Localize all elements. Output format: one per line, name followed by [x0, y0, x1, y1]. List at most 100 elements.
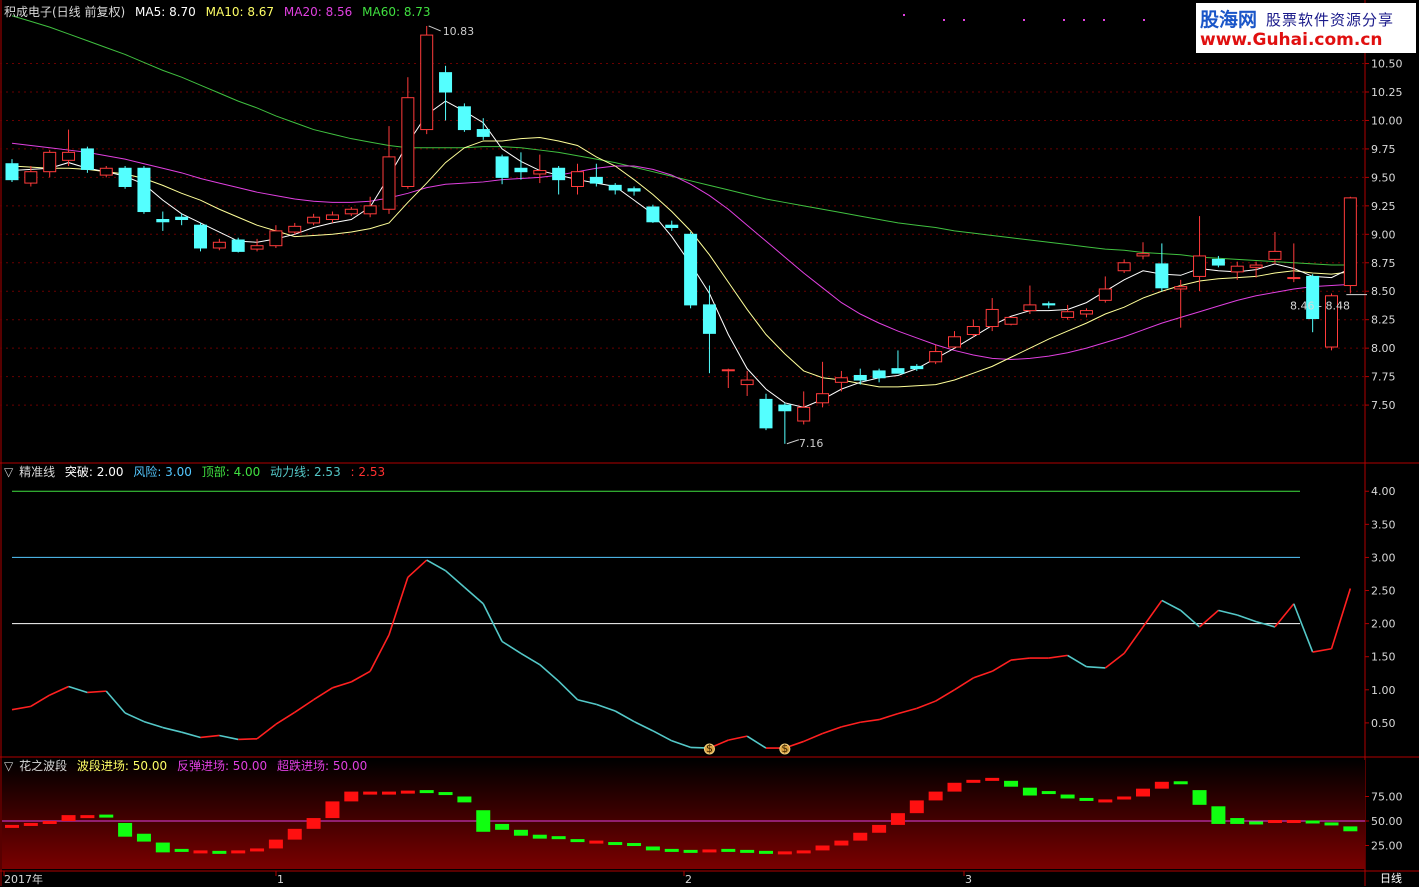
- candle-down: [5, 163, 19, 181]
- wave-bar-up: [589, 840, 604, 844]
- indicator-tick-label: 3.00: [1371, 551, 1396, 564]
- dongli-segment: [520, 652, 541, 666]
- wave-bar-down: [495, 823, 510, 830]
- candle-down: [1211, 258, 1225, 266]
- candle-up: [420, 34, 434, 131]
- wave-bar-down: [1305, 820, 1320, 824]
- candle-down: [1042, 303, 1056, 306]
- dongli-segment: [860, 718, 880, 724]
- wave-bar-down: [118, 822, 133, 837]
- wave-name[interactable]: 花之波段: [19, 759, 67, 773]
- dongli-segment: [200, 734, 220, 739]
- wave-bar-up: [909, 800, 924, 814]
- wave-bar-down: [1173, 781, 1188, 785]
- wave-bar-down: [457, 796, 472, 803]
- indicator-tick-label: 1.50: [1371, 651, 1396, 664]
- ma-line-ma60: [11, 15, 1351, 266]
- candle-up: [1061, 311, 1075, 318]
- wave-marker[interactable]: ▽: [4, 759, 13, 773]
- wave-bar-down: [1022, 787, 1037, 796]
- fantan-legend: 反弹进场: 50.00: [176, 759, 268, 773]
- dongli-segment: [1293, 603, 1314, 653]
- time-tick-label: 1: [277, 873, 284, 886]
- indicator-panel-header: ▽ 精准线 突破: 2.00 风险: 3.00 顶部: 4.00 动力线: 2.…: [4, 464, 391, 480]
- dongli-segment: [87, 690, 107, 694]
- stock-chart[interactable]: 10.5010.2510.009.759.509.259.008.758.508…: [0, 0, 1419, 887]
- candle-up: [797, 406, 811, 422]
- dongli-segment: [973, 670, 993, 679]
- signal-dot: [1143, 19, 1145, 21]
- candle-down: [457, 106, 471, 131]
- candle-up: [1174, 286, 1188, 290]
- period-label[interactable]: 日线: [1380, 872, 1402, 885]
- candle-up: [721, 369, 735, 372]
- candle-down: [665, 224, 679, 228]
- dongli-segment: [143, 720, 164, 729]
- price-tick-label: 8.00: [1371, 342, 1396, 355]
- wave-bar-up: [1286, 820, 1301, 824]
- wave-bar-up: [1117, 796, 1132, 800]
- candle-up: [1230, 265, 1244, 273]
- candle-up: [948, 336, 961, 348]
- dongli-segment: [162, 726, 182, 733]
- candle-up: [1343, 197, 1357, 287]
- dongli-segment: [501, 640, 522, 655]
- candle-up: [1193, 255, 1207, 277]
- candle-down: [118, 167, 132, 187]
- indicator-name[interactable]: 精准线: [19, 465, 55, 479]
- dongli-segment: [539, 664, 560, 682]
- candle-down: [476, 129, 490, 137]
- boduan-legend: 波段进场: 50.00: [76, 759, 168, 773]
- wave-bar-up: [1267, 820, 1282, 824]
- candle-down: [80, 148, 94, 170]
- signal-dot: [943, 19, 945, 21]
- candle-up: [1079, 310, 1093, 315]
- wave-bar-down: [740, 849, 755, 853]
- indicator-marker[interactable]: ▽: [4, 465, 13, 479]
- ma-line-ma20: [11, 142, 1351, 361]
- candle-up: [1023, 304, 1037, 312]
- ma5-legend: MA5: 8.70: [135, 5, 196, 19]
- price-tick-label: 9.00: [1371, 228, 1396, 241]
- wave-tick-label: 50.00: [1371, 815, 1403, 828]
- dongli-segment: [350, 670, 371, 683]
- wave-bar-up: [400, 790, 415, 794]
- candle-down: [495, 156, 509, 178]
- dongli-segment: [369, 634, 390, 672]
- indicator-tick-label: 2.50: [1371, 585, 1396, 598]
- wave-bar-down: [136, 833, 151, 842]
- candle-up: [985, 308, 999, 328]
- wave-bar-up: [268, 839, 283, 849]
- price-tick-label: 9.50: [1371, 171, 1396, 184]
- stock-title[interactable]: 积成电子(日线 前复权): [4, 5, 125, 19]
- wave-bar-up: [306, 818, 321, 829]
- price-tick-label: 10.50: [1371, 58, 1403, 71]
- dongli-segment: [935, 689, 955, 702]
- candle-down: [514, 167, 528, 173]
- candle-down: [137, 167, 151, 213]
- dongli-segment: [728, 735, 748, 741]
- candle-up: [401, 97, 415, 187]
- candle-up: [966, 326, 980, 335]
- wave-bar-up: [815, 845, 830, 851]
- price-tick-label: 9.75: [1371, 143, 1396, 156]
- dongli-segment: [897, 707, 918, 715]
- candle-up: [1136, 253, 1150, 257]
- wave-bar-down: [532, 834, 547, 839]
- dongli-segment: [954, 677, 974, 691]
- dongli-segment: [388, 577, 409, 636]
- wave-bar-down: [1249, 821, 1264, 825]
- wave-panel-header: ▽ 花之波段 波段进场: 50.00 反弹进场: 50.00 超跌进场: 50.…: [4, 758, 373, 774]
- dongli-segment: [746, 735, 767, 749]
- dingbu-legend: 顶部: 4.00: [201, 465, 261, 479]
- wave-bar-up: [382, 791, 396, 795]
- price-tick-label: 7.50: [1371, 399, 1396, 412]
- dongli-segment: [1104, 652, 1125, 669]
- wave-bar-up: [928, 791, 943, 801]
- indicator-tick-label: 0.50: [1371, 717, 1396, 730]
- dongli-segment: [577, 698, 597, 706]
- wave-bar-up: [325, 801, 340, 819]
- candle-up: [816, 393, 830, 404]
- low-marker: [786, 439, 800, 445]
- candle-down: [872, 370, 886, 379]
